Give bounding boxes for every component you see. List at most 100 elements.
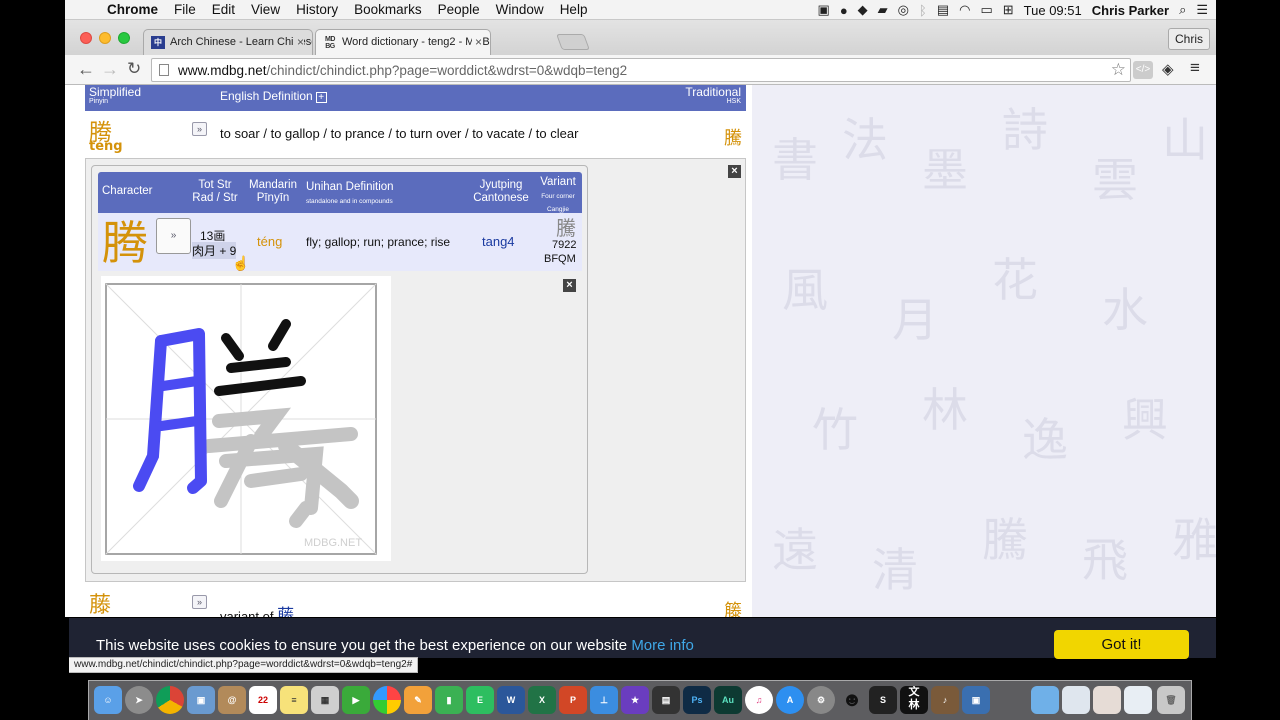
dock-guitar-icon[interactable]: ♪ (931, 686, 959, 714)
creative-cloud-icon[interactable]: ◎ (898, 2, 909, 18)
dock-final-cut-icon[interactable]: ▤ (652, 686, 680, 714)
spotlight-search-icon[interactable]: ⌕ (1179, 2, 1186, 18)
cookie-more-info-link[interactable]: More info (631, 637, 694, 654)
col-pinyin-label: Pīnyīn (256, 192, 290, 204)
layers-extension-icon[interactable]: ◈ (1162, 60, 1174, 78)
menu-edit[interactable]: Edit (204, 2, 243, 17)
browser-tabstrip: 中 Arch Chinese - Learn Chinese × MD BG Wo… (65, 20, 1216, 55)
cookie-message-text: This website uses cookies to ensure you … (96, 637, 628, 654)
dock-photos-app-icon[interactable]: ▦ (311, 686, 339, 714)
mouse-pointer-icon: ☝ (232, 255, 250, 271)
menu-people[interactable]: People (430, 2, 488, 17)
variant-char[interactable]: 騰 (556, 212, 576, 241)
entry-traditional-char[interactable]: 籐 (724, 597, 742, 617)
window-close-button[interactable] (80, 32, 92, 44)
dock-sketch-icon[interactable]: S (869, 686, 897, 714)
battery-icon[interactable]: ▭ (980, 2, 992, 18)
entry-details-arrow-icon[interactable]: » (192, 122, 207, 136)
col-variant: Variant Four corner Cangjie (536, 176, 580, 215)
menubar-clock[interactable]: Tue 09:51 (1024, 3, 1082, 18)
dock-preview-icon[interactable]: ▣ (187, 686, 215, 714)
window-minimize-button[interactable] (99, 32, 111, 44)
dock-imovie-icon[interactable]: ★ (621, 686, 649, 714)
input-method-icon[interactable]: ⊞ (1003, 2, 1014, 18)
tab-arch-chinese[interactable]: 中 Arch Chinese - Learn Chinese × (143, 29, 313, 55)
pen-icon[interactable]: ▰ (878, 2, 888, 18)
character-details-arrow-icon[interactable]: » (156, 218, 191, 254)
dock-trash-icon[interactable]: 🗑 (1157, 686, 1185, 714)
developer-extension-icon[interactable]: </> (1133, 61, 1153, 79)
wifi-icon[interactable]: ◠ (959, 2, 970, 18)
dock-photos-icon[interactable] (373, 686, 401, 714)
expand-plus-icon[interactable]: + (315, 92, 327, 103)
dock-evernote-icon[interactable]: E (466, 686, 494, 714)
dock-facetime-icon[interactable]: ▶ (342, 686, 370, 714)
dock-calendar-icon[interactable]: 22 (249, 686, 277, 714)
chrome-menu-icon[interactable]: ≡ (1190, 58, 1200, 78)
facetime-camera-icon[interactable]: ▣ (818, 2, 830, 18)
dock-wenlin-icon[interactable]: 文林 (900, 686, 928, 714)
dock-system-preferences-icon[interactable]: ⚙ (807, 686, 835, 714)
menu-window[interactable]: Window (488, 2, 552, 17)
menubar-user[interactable]: Chris Parker (1092, 3, 1169, 18)
reload-icon[interactable]: ↻ (127, 59, 141, 79)
character-pinyin[interactable]: téng (257, 234, 282, 249)
window-zoom-button[interactable] (118, 32, 130, 44)
dock-powerpoint-icon[interactable]: P (559, 686, 587, 714)
col-mandarin: Mandarin Pīnyīn (244, 179, 302, 205)
dock-finder-icon[interactable]: ☺ (94, 686, 122, 714)
entry-simplified-char[interactable]: 藤 (89, 587, 111, 617)
notification-bell-icon[interactable]: ● (840, 3, 848, 18)
dock-launchpad-icon[interactable]: ➤ (125, 686, 153, 714)
dock-downloads-folder-icon[interactable] (1031, 686, 1059, 714)
cookie-accept-button[interactable]: Got it! (1054, 630, 1189, 659)
dock-photo-booth-icon[interactable]: ▣ (962, 686, 990, 714)
forward-arrow-icon[interactable]: → (101, 59, 119, 80)
tab-close-icon[interactable]: × (293, 35, 304, 49)
dock-pages-icon[interactable]: ✎ (404, 686, 432, 714)
dock-numbers-icon[interactable]: ▮ (435, 686, 463, 714)
notification-center-icon[interactable]: ☰ (1196, 2, 1208, 18)
character-large[interactable]: 腾 (102, 217, 148, 269)
dock-word-icon[interactable]: W (497, 686, 525, 714)
menu-help[interactable]: Help (552, 2, 596, 17)
cookie-consent-bar: This website uses cookies to ensure you … (69, 618, 1216, 659)
menu-history[interactable]: History (288, 2, 346, 17)
menu-view[interactable]: View (243, 2, 288, 17)
profile-button[interactable]: Chris (1167, 28, 1210, 50)
close-stroke-image-icon[interactable]: × (563, 279, 576, 292)
bookmark-star-icon[interactable]: ☆ (1111, 60, 1126, 80)
tab-close-icon[interactable]: × (471, 35, 482, 49)
dock-audition-icon[interactable]: Au (714, 686, 742, 714)
bluetooth-icon[interactable]: ᛒ (919, 3, 927, 18)
dock-photoshop-icon[interactable]: Ps (683, 686, 711, 714)
new-tab-button[interactable] (556, 34, 590, 50)
menu-bookmarks[interactable]: Bookmarks (346, 2, 430, 17)
dock-folder-icon[interactable] (1062, 686, 1090, 714)
dock-qq-icon[interactable]: ☻ (838, 686, 866, 714)
dock-folder-icon[interactable] (1124, 686, 1152, 714)
entry-traditional-char[interactable]: 騰 (724, 124, 742, 150)
dock-app-store-icon[interactable]: A (776, 686, 804, 714)
close-panel-icon[interactable]: × (728, 165, 741, 178)
dock-contacts-icon[interactable]: @ (218, 686, 246, 714)
entry-definition: variant of 藤 (220, 601, 294, 617)
tab-mdbg-dictionary[interactable]: MD BG Word dictionary - teng2 - MDBG × (315, 29, 491, 55)
back-arrow-icon[interactable]: ← (77, 59, 95, 80)
keyboard-icon[interactable]: ▤ (937, 2, 949, 18)
entry-details-arrow-icon[interactable]: » (192, 595, 207, 609)
entry-pinyin[interactable]: téng (89, 139, 123, 154)
menu-file[interactable]: File (166, 2, 204, 17)
dock-excel-icon[interactable]: X (528, 686, 556, 714)
col-jyutping-label: Jyutping (479, 179, 523, 191)
evernote-icon[interactable]: ◆ (858, 2, 868, 18)
dock-keynote-icon[interactable]: ⊥ (590, 686, 618, 714)
dock-folder-icon[interactable] (1093, 686, 1121, 714)
jyutping-value[interactable]: tang4 (482, 234, 515, 249)
menu-app-name[interactable]: Chrome (99, 2, 166, 17)
dock-itunes-icon[interactable]: ♫ (745, 686, 773, 714)
dock-notes-icon[interactable]: ≡ (280, 686, 308, 714)
address-bar[interactable]: www.mdbg.net/chindict/chindict.php?page=… (151, 58, 1131, 82)
dock-chrome-icon[interactable] (156, 686, 184, 714)
variant-link[interactable]: 藤 (277, 606, 294, 617)
